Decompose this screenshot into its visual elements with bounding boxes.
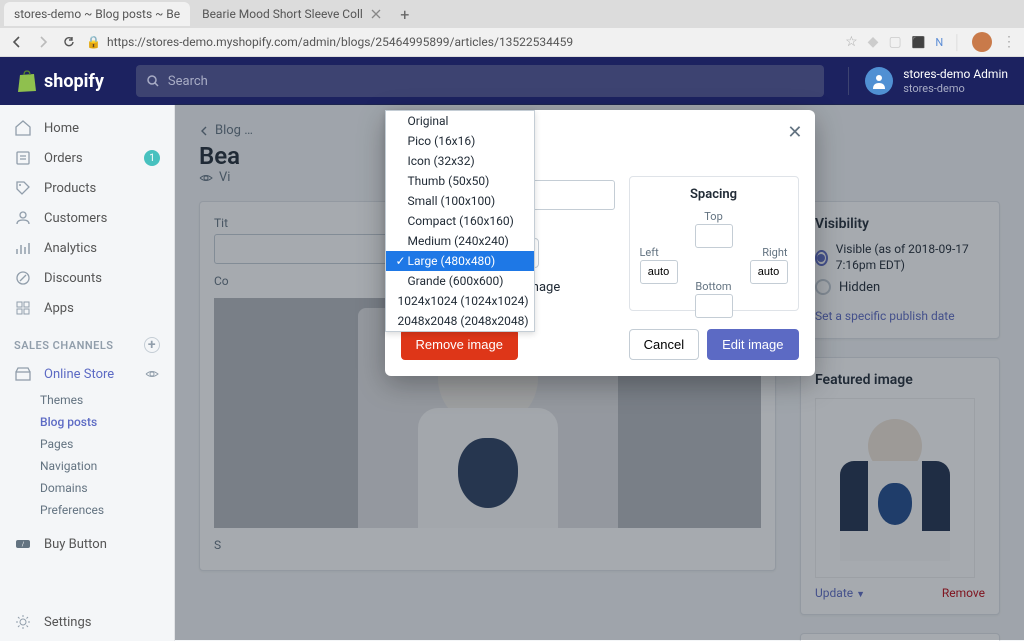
app-header: shopify Search stores-demo Admin stores-… (0, 57, 1024, 105)
search-placeholder: Search (168, 74, 208, 89)
url-text: https://stores-demo.myshopify.com/admin/… (107, 35, 573, 49)
sidebar-sub-themes[interactable]: Themes (0, 389, 174, 411)
global-search[interactable]: Search (136, 65, 824, 97)
user-avatar-icon (865, 67, 893, 95)
size-option[interactable]: Pico (16x16) (386, 131, 534, 151)
back-button[interactable] (8, 33, 26, 51)
profile-avatar[interactable] (972, 32, 992, 52)
size-option[interactable]: Small (100x100) (386, 191, 534, 211)
sidebar-sub-preferences[interactable]: Preferences (0, 499, 174, 521)
extension-icon[interactable]: N (935, 36, 943, 49)
close-icon[interactable] (371, 9, 381, 19)
new-tab-button[interactable]: + (393, 5, 417, 24)
tab-bar: stores-demo ~ Blog posts ~ Be Bearie Moo… (0, 0, 1024, 28)
browser-actions: ☆ ◆ ▢ ⬛ N │ ⋮ (845, 32, 1016, 52)
spacing-panel: Spacing Top Left Right Bottom (629, 176, 799, 311)
content-area: Blog … Bea Vi Tit Co (175, 105, 1024, 641)
size-option[interactable]: Thumb (50x50) (386, 171, 534, 191)
size-option[interactable]: Medium (240x240) (386, 231, 534, 251)
apps-icon (14, 299, 32, 317)
size-option[interactable]: Original (386, 111, 534, 131)
cancel-button[interactable]: Cancel (629, 329, 699, 360)
sidebar-item-discounts[interactable]: Discounts (0, 263, 174, 293)
sidebar-sub-navigation[interactable]: Navigation (0, 455, 174, 477)
orders-badge: 1 (144, 150, 160, 166)
shopify-logo[interactable]: shopify (16, 69, 104, 93)
home-icon (14, 119, 32, 137)
remove-image-button[interactable]: Remove image (401, 329, 518, 360)
spacing-top-input[interactable] (695, 224, 733, 248)
orders-icon (14, 149, 32, 167)
gear-icon (14, 613, 32, 631)
browser-chrome: stores-demo ~ Blog posts ~ Be Bearie Moo… (0, 0, 1024, 57)
sidebar-item-products[interactable]: Products (0, 173, 174, 203)
size-option[interactable]: 2048x2048 (2048x2048) (386, 311, 534, 331)
browser-tab-active[interactable]: stores-demo ~ Blog posts ~ Be (4, 2, 190, 26)
forward-button[interactable] (34, 33, 52, 51)
sales-channels-header: SALES CHANNELS + (0, 331, 174, 359)
modal-close-button[interactable]: ✕ (787, 122, 802, 143)
menu-icon[interactable]: ⋮ (1002, 34, 1016, 50)
tab-title: Bearie Mood Short Sleeve Coll (202, 7, 363, 21)
sidebar: Home Orders 1 Products Customers Analyti… (0, 105, 175, 641)
size-option[interactable]: 1024x1024 (1024x1024) (386, 291, 534, 311)
spacing-left-input[interactable] (640, 260, 678, 284)
shopify-bag-icon (16, 69, 38, 93)
sidebar-item-buy-button[interactable]: / Buy Button (0, 529, 174, 559)
buy-button-icon: / (14, 535, 32, 553)
sidebar-sub-pages[interactable]: Pages (0, 433, 174, 455)
size-option[interactable]: Compact (160x160) (386, 211, 534, 231)
image-size-dropdown[interactable]: OriginalPico (16x16)Icon (32x32)Thumb (5… (385, 110, 535, 332)
sidebar-item-apps[interactable]: Apps (0, 293, 174, 323)
address-bar[interactable]: 🔒 https://stores-demo.myshopify.com/admi… (86, 35, 837, 49)
sidebar-sub-domains[interactable]: Domains (0, 477, 174, 499)
size-option[interactable]: Grande (600x600) (386, 271, 534, 291)
spacing-bottom-input[interactable] (695, 294, 733, 318)
sidebar-item-orders[interactable]: Orders 1 (0, 143, 174, 173)
view-icon[interactable] (144, 366, 160, 382)
products-icon (14, 179, 32, 197)
edit-image-button[interactable]: Edit image (707, 329, 798, 360)
sidebar-item-online-store[interactable]: Online Store (0, 359, 174, 389)
edit-image-modal: ✕ OriginalPico (16x16)Icon (32x32)Thumb … (385, 110, 815, 376)
modal-overlay: ✕ OriginalPico (16x16)Icon (32x32)Thumb … (175, 105, 1024, 640)
sidebar-sub-blog[interactable]: Blog posts (0, 411, 174, 433)
sidebar-item-settings[interactable]: Settings (0, 603, 174, 641)
size-option[interactable]: ✓Large (480x480) (386, 251, 534, 271)
store-icon (14, 365, 32, 383)
nav-bar: 🔒 https://stores-demo.myshopify.com/admi… (0, 28, 1024, 56)
spacing-right-input[interactable] (750, 260, 788, 284)
lock-icon: 🔒 (86, 35, 101, 49)
reload-button[interactable] (60, 33, 78, 51)
sidebar-item-home[interactable]: Home (0, 113, 174, 143)
extension-icon[interactable]: ⬛ (912, 36, 926, 49)
discounts-icon (14, 269, 32, 287)
user-label: stores-demo Admin stores-demo (903, 67, 1008, 95)
user-menu[interactable]: stores-demo Admin stores-demo (848, 67, 1008, 95)
add-channel-icon[interactable]: + (144, 337, 160, 353)
size-option[interactable]: Icon (32x32) (386, 151, 534, 171)
star-icon[interactable]: ☆ (845, 34, 858, 50)
analytics-icon (14, 239, 32, 257)
spacing-title: Spacing (640, 187, 788, 202)
brand-text: shopify (44, 71, 104, 92)
app-body: Home Orders 1 Products Customers Analyti… (0, 105, 1024, 641)
extension-icon[interactable]: ▢ (888, 34, 901, 50)
customers-icon (14, 209, 32, 227)
sidebar-item-analytics[interactable]: Analytics (0, 233, 174, 263)
browser-tab[interactable]: Bearie Mood Short Sleeve Coll (192, 2, 391, 26)
extension-icon[interactable]: ◆ (868, 34, 879, 50)
search-icon (146, 74, 160, 88)
tab-title: stores-demo ~ Blog posts ~ Be (14, 7, 180, 21)
sidebar-item-customers[interactable]: Customers (0, 203, 174, 233)
